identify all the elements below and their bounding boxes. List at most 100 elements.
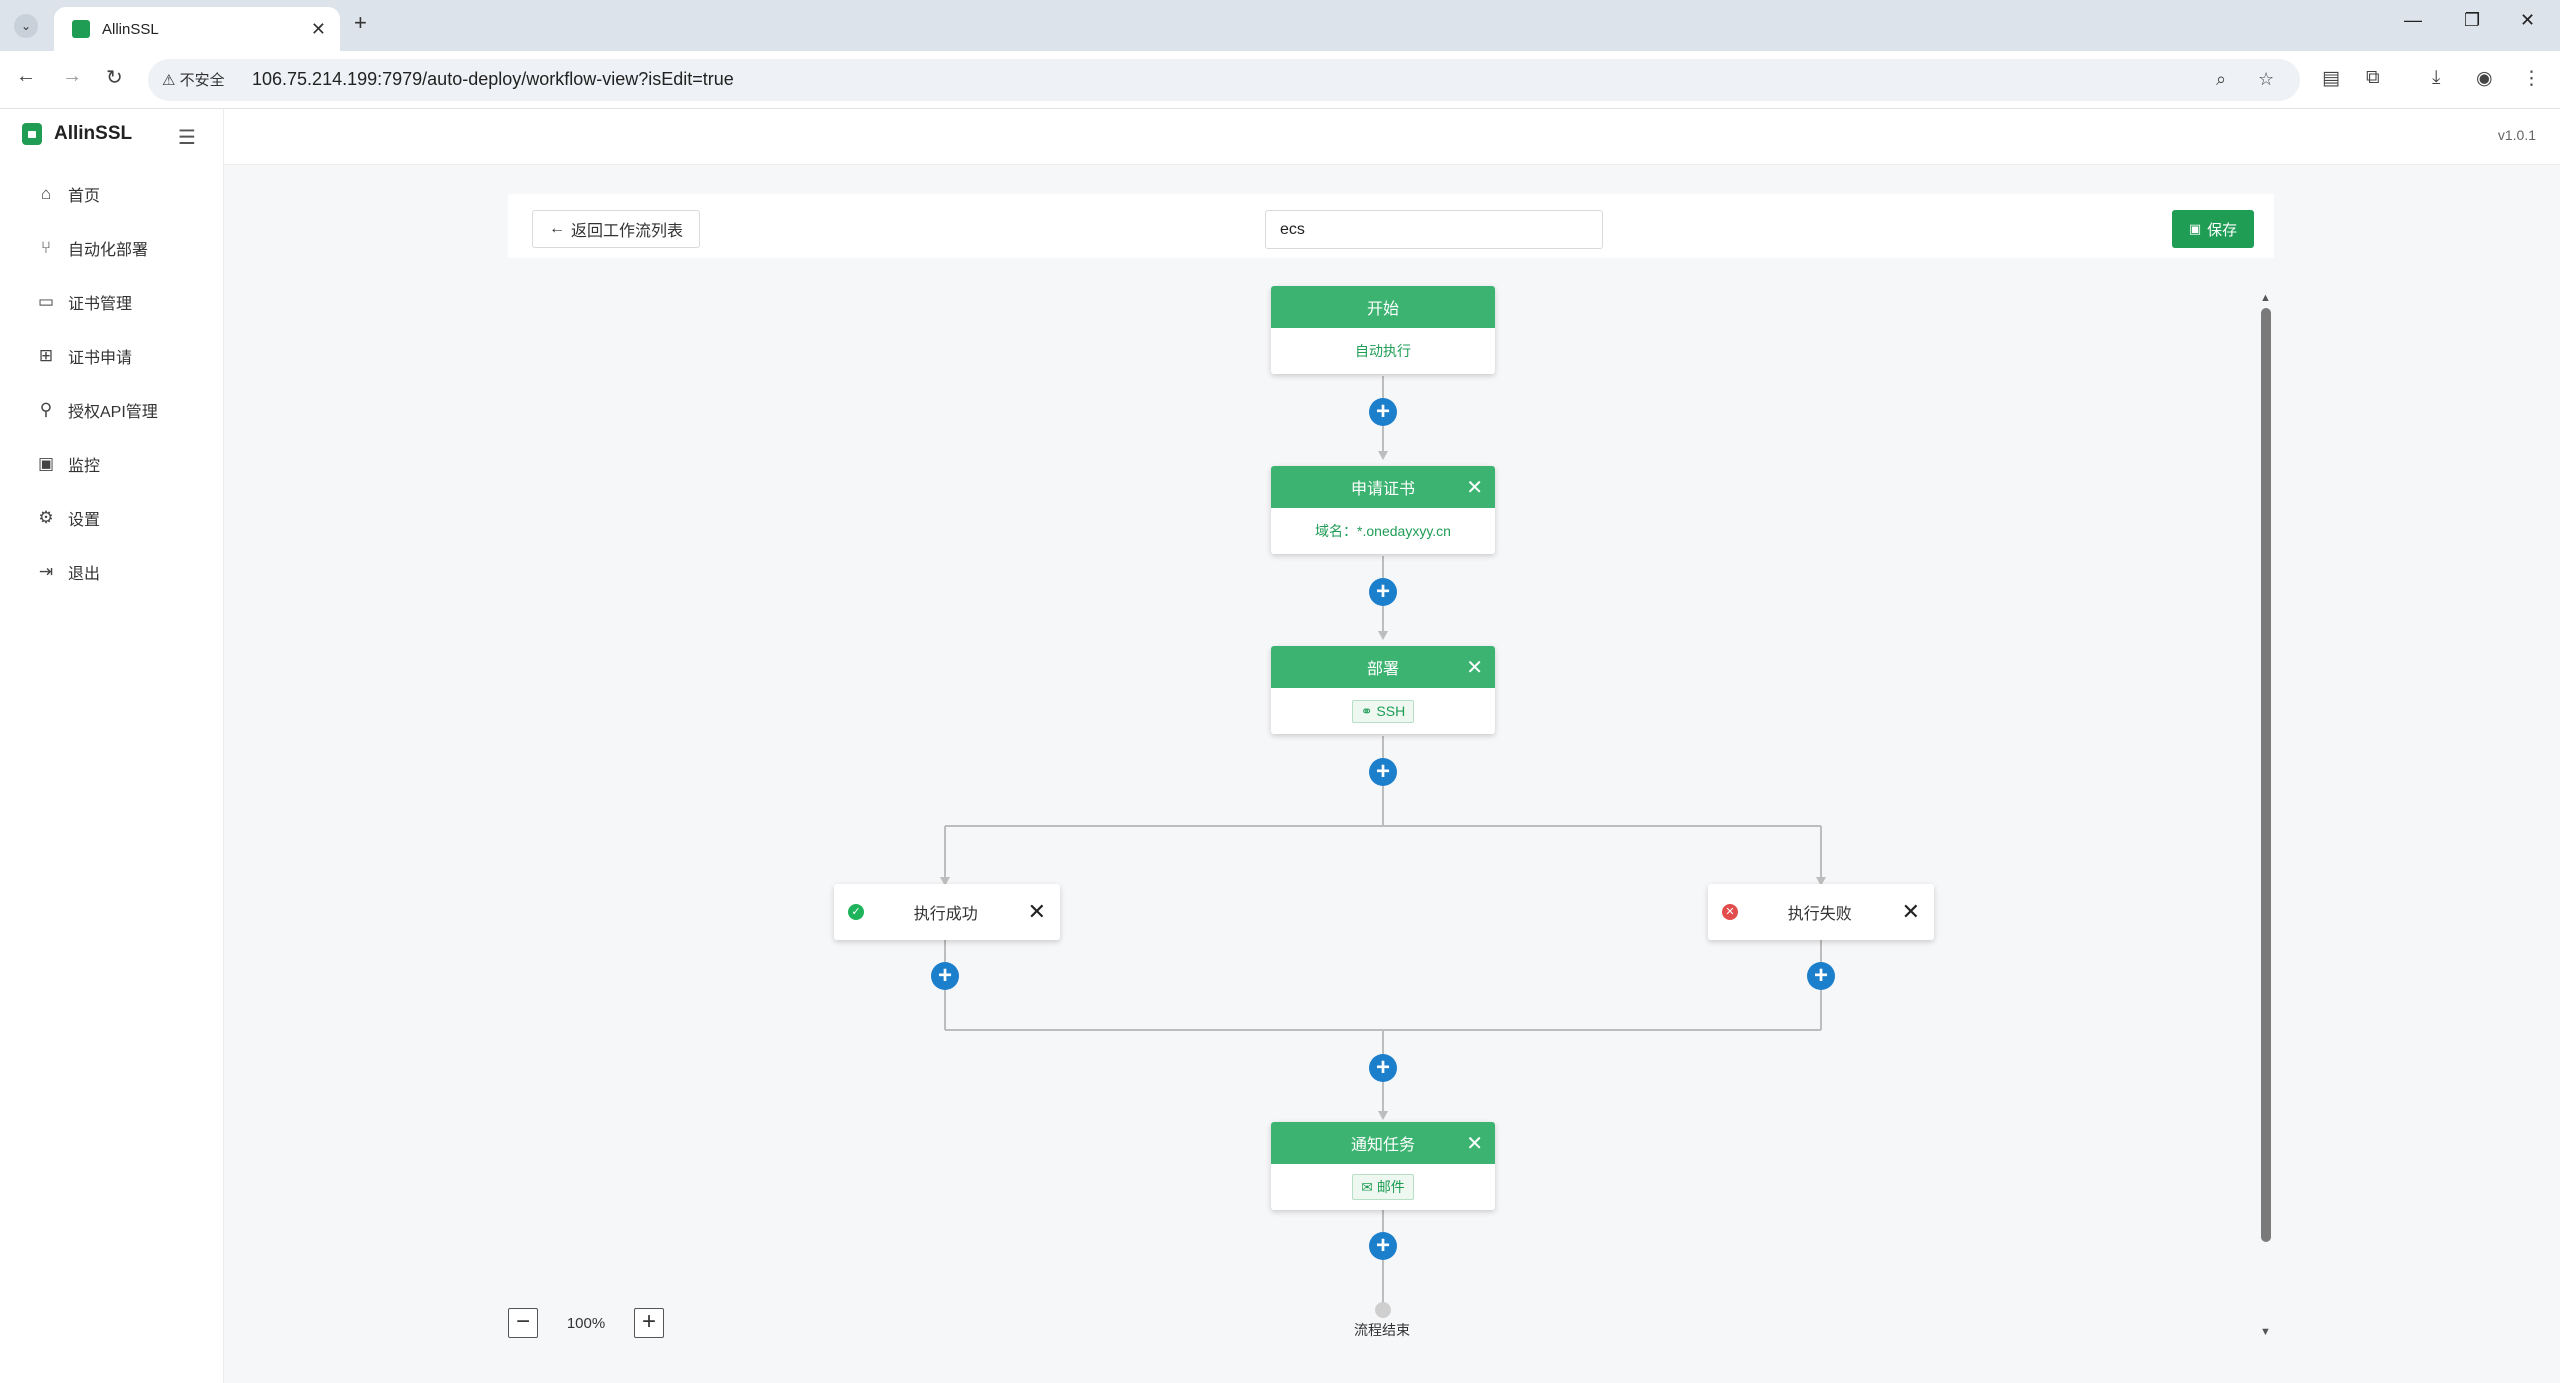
restore-icon[interactable]: ❐ <box>2464 10 2480 31</box>
node-title: 开始 <box>1366 301 1399 318</box>
node-body: ✉ 邮件 <box>1271 1164 1495 1210</box>
sidebar-item-label: 证书申请 <box>68 350 133 367</box>
canvas-scrollbar[interactable]: ▲ ▼ <box>2260 292 2271 1344</box>
scroll-down-icon[interactable]: ▼ <box>2260 1326 2271 1338</box>
add-node-button[interactable]: + <box>931 962 959 990</box>
brand-name: AllinSSL <box>54 123 133 144</box>
close-icon[interactable]: ✕ <box>1466 655 1483 680</box>
version-label: v1.0.1 <box>2497 127 2536 143</box>
deploy-node[interactable]: 部署 ✕ ⚭ SSH <box>1271 646 1495 734</box>
sidebar: AllinSSL ☰ ⌂ 首页 ⑂ 自动化部署 ▭ 证书管理 ⊞ 证书申请 ⚲ … <box>0 109 224 1383</box>
menu-kebab-icon[interactable]: ⋮ <box>2522 67 2541 90</box>
workflow-canvas[interactable]: 开始 自动执行 + 申请证书 ✕ 域名：*.onedayxyy.cn + 部署 … <box>508 258 2274 1358</box>
sidebar-item-label: 设置 <box>68 512 101 529</box>
browser-tab-strip: ⌄ AllinSSL ✕ + — ❐ ✕ <box>0 0 2560 51</box>
fail-branch-node[interactable]: ✕ 执行失败 ✕ <box>1708 884 1934 940</box>
zoom-icon[interactable]: ⌕ <box>2216 69 2226 90</box>
mail-icon: ✉ <box>1361 1179 1377 1195</box>
check-circle-icon: ✓ <box>848 904 864 920</box>
certificate-icon: ▭ <box>37 292 55 311</box>
download-icon[interactable]: ⤓ <box>2432 67 2440 89</box>
browser-tab[interactable]: AllinSSL ✕ <box>54 7 340 51</box>
scroll-up-icon[interactable]: ▲ <box>2260 292 2271 304</box>
add-node-button[interactable]: + <box>1807 962 1835 990</box>
close-icon[interactable]: ✕ <box>1902 899 1920 925</box>
favicon-icon <box>72 20 90 38</box>
scrollbar-thumb[interactable] <box>2261 308 2271 1242</box>
close-icon[interactable]: ✕ <box>1028 899 1046 925</box>
sidebar-item-monitor[interactable]: ▣ 监控 <box>34 449 100 479</box>
save-icon: ▣ <box>2188 221 2202 236</box>
notify-node[interactable]: 通知任务 ✕ ✉ 邮件 <box>1271 1122 1495 1210</box>
sidebar-item-api-auth[interactable]: ⚲ 授权API管理 <box>34 395 158 425</box>
add-node-button[interactable]: + <box>1369 578 1397 606</box>
gear-icon: ⚙ <box>38 508 54 527</box>
brand: AllinSSL <box>22 123 132 145</box>
workflow-toolbar: ← 返回工作流列表 ecs ▣ 保存 <box>508 194 2274 258</box>
add-node-button[interactable]: + <box>1369 758 1397 786</box>
zoom-controls: − 100% + <box>508 1308 664 1338</box>
sidebar-item-label: 监控 <box>68 458 101 475</box>
workflow-name-input[interactable]: ecs <box>1265 210 1603 249</box>
node-header: 申请证书 ✕ <box>1271 466 1495 508</box>
app-header: v1.0.1 <box>224 109 2560 165</box>
sidebar-item-cert-manage[interactable]: ▭ 证书管理 <box>34 287 132 317</box>
add-node-button[interactable]: + <box>1369 1232 1397 1260</box>
branch-label: 执行失败 <box>1787 906 1852 923</box>
tab-title: AllinSSL <box>102 20 159 38</box>
tab-search-button[interactable]: ⌄ <box>14 14 38 38</box>
sidebar-item-label: 证书管理 <box>68 296 133 313</box>
sidebar-item-label: 首页 <box>68 188 101 205</box>
sidebar-item-label: 自动化部署 <box>68 242 149 259</box>
profile-icon[interactable]: ◉ <box>2476 67 2493 90</box>
security-chip[interactable]: ⚠ 不安全 <box>162 69 225 90</box>
node-body: ⚭ SSH <box>1271 688 1495 734</box>
end-dot <box>1375 1302 1391 1318</box>
new-tab-button[interactable]: + <box>354 10 367 36</box>
minimize-icon[interactable]: — <box>2404 10 2422 31</box>
back-arrow-icon[interactable]: ← <box>16 65 36 88</box>
close-icon[interactable]: ✕ <box>1466 475 1483 500</box>
sidebar-item-label: 退出 <box>68 566 101 583</box>
bookmark-star-icon[interactable]: ☆ <box>2258 69 2274 90</box>
zoom-in-button[interactable]: + <box>634 1308 664 1338</box>
email-tag: ✉ 邮件 <box>1352 1174 1414 1200</box>
address-bar[interactable]: ⚠ 不安全 106.75.214.199:7979/auto-deploy/wo… <box>148 59 2300 101</box>
close-window-icon[interactable]: ✕ <box>2520 10 2535 31</box>
sidebar-item-cert-apply[interactable]: ⊞ 证书申请 <box>34 341 132 371</box>
success-branch-node[interactable]: ✓ 执行成功 ✕ <box>834 884 1060 940</box>
start-node[interactable]: 开始 自动执行 <box>1271 286 1495 374</box>
url-text[interactable]: 106.75.214.199:7979/auto-deploy/workflow… <box>252 69 734 90</box>
sidebar-item-settings[interactable]: ⚙ 设置 <box>34 503 100 533</box>
close-icon[interactable]: ✕ <box>1466 1131 1483 1156</box>
sidebar-item-auto-deploy[interactable]: ⑂ 自动化部署 <box>34 233 148 263</box>
add-node-button[interactable]: + <box>1369 398 1397 426</box>
apply-cert-node[interactable]: 申请证书 ✕ 域名：*.onedayxyy.cn <box>1271 466 1495 554</box>
branch-label: 执行成功 <box>913 906 978 923</box>
monitor-icon: ▣ <box>37 454 55 473</box>
node-header: 开始 <box>1271 286 1495 328</box>
browser-toolbar: ← → ↻ ⚠ 不安全 106.75.214.199:7979/auto-dep… <box>0 51 2560 109</box>
tag-label: SSH <box>1376 702 1406 719</box>
reading-list-icon[interactable]: ▤ <box>2322 67 2340 90</box>
forward-arrow-icon[interactable]: → <box>62 65 82 88</box>
sidebar-item-logout[interactable]: ⇥ 退出 <box>34 557 100 587</box>
node-title: 部署 <box>1366 661 1399 678</box>
reload-icon[interactable]: ↻ <box>106 65 123 90</box>
tag-label: 邮件 <box>1376 1179 1405 1195</box>
ssh-tag: ⚭ SSH <box>1351 699 1415 723</box>
end-label: 流程结束 <box>1354 1322 1410 1338</box>
collapse-sidebar-icon[interactable]: ☰ <box>178 125 196 150</box>
sidebar-item-home[interactable]: ⌂ 首页 <box>34 179 100 209</box>
zoom-level: 100% <box>566 1314 606 1332</box>
sidebar-item-label: 授权API管理 <box>68 404 158 421</box>
close-tab-icon[interactable]: ✕ <box>311 19 326 40</box>
node-body: 域名：*.onedayxyy.cn <box>1315 523 1451 539</box>
zoom-out-button[interactable]: − <box>508 1308 538 1338</box>
save-button[interactable]: ▣ 保存 <box>2172 210 2254 248</box>
arrow-left-icon: ← <box>549 220 565 237</box>
back-to-list-button[interactable]: ← 返回工作流列表 <box>532 210 701 248</box>
add-node-button[interactable]: + <box>1369 1054 1397 1082</box>
extensions-icon[interactable]: ⧉ <box>2366 67 2380 89</box>
error-circle-icon: ✕ <box>1722 904 1738 920</box>
